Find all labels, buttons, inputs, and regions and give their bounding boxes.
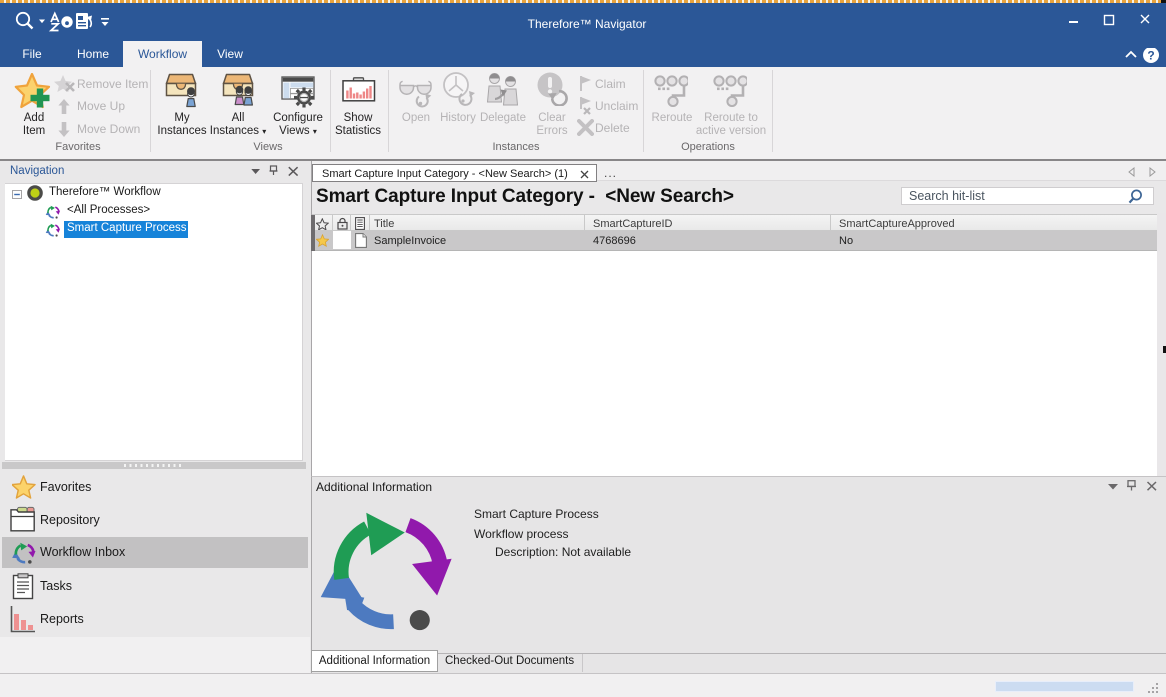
svg-text:?: ? <box>1147 48 1154 62</box>
